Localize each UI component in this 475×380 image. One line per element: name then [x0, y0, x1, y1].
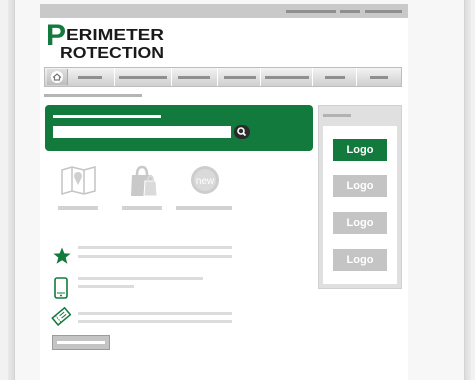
nav-item-3[interactable] — [172, 68, 218, 86]
logo-line-1: ERIMETER — [66, 27, 165, 44]
utility-bar — [40, 4, 408, 18]
nav-item-7[interactable] — [357, 68, 401, 86]
list-item-3-line-1 — [78, 312, 232, 315]
site-logo[interactable]: P ERIMETER ROTECTION — [46, 23, 174, 65]
search-panel — [45, 105, 313, 151]
new-badge-icon: new — [191, 166, 219, 194]
nav-home[interactable] — [47, 69, 68, 85]
ticket-icon — [51, 306, 71, 326]
magnifier-icon — [237, 127, 247, 137]
sidebar-title — [323, 114, 351, 117]
logo-button-4[interactable]: Logo — [333, 249, 387, 271]
logo-list: Logo Logo Logo Logo — [323, 126, 397, 284]
logo-button-3[interactable]: Logo — [333, 212, 387, 234]
new-badge-text: new — [196, 176, 215, 187]
search-title — [53, 115, 161, 118]
shopping-bag-icon — [131, 165, 158, 197]
nav-item-6[interactable] — [313, 68, 357, 86]
logo-button-1[interactable]: Logo — [333, 139, 387, 161]
utility-link-2[interactable] — [340, 10, 360, 13]
main-nav — [44, 67, 402, 87]
list-item-2-line-2 — [78, 285, 134, 288]
feature-new[interactable]: new — [176, 164, 236, 210]
feature-map[interactable] — [54, 164, 104, 210]
list-item-2-line-1 — [78, 277, 203, 280]
page-shadow-right — [465, 0, 471, 380]
star-icon — [53, 247, 71, 264]
nav-item-2[interactable] — [115, 68, 172, 86]
utility-link-3[interactable] — [365, 10, 402, 13]
logo-button-2[interactable]: Logo — [333, 175, 387, 197]
search-button[interactable] — [234, 125, 250, 139]
sidebar-partners: Logo Logo Logo Logo — [318, 105, 402, 289]
list-item-1-line-2 — [78, 255, 232, 258]
more-button[interactable] — [52, 335, 110, 350]
mobile-phone-icon — [54, 277, 68, 299]
logo-line-2: ROTECTION — [60, 45, 164, 62]
list-item-1-line-1 — [78, 246, 232, 249]
list-item-3-line-2 — [78, 320, 232, 323]
utility-link-1[interactable] — [286, 10, 336, 13]
home-icon — [51, 71, 63, 83]
breadcrumb — [44, 94, 142, 97]
search-input[interactable] — [53, 126, 231, 138]
feature-shop[interactable] — [118, 164, 168, 210]
map-icon — [61, 166, 96, 196]
nav-item-1[interactable] — [68, 68, 115, 86]
nav-item-5[interactable] — [261, 68, 313, 86]
wireframe-page: P ERIMETER ROTECTION new Logo Logo Logo … — [40, 4, 408, 380]
nav-item-4[interactable] — [218, 68, 261, 86]
